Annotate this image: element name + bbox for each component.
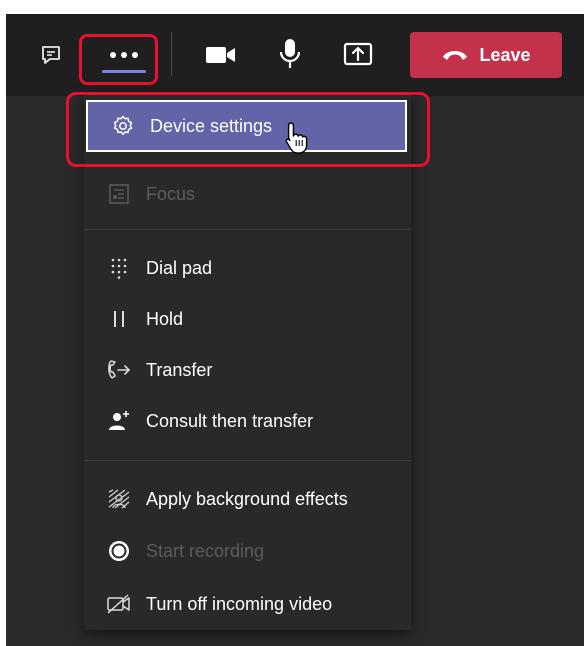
microphone-button[interactable]	[274, 36, 306, 72]
chat-icon	[42, 46, 60, 64]
menu-separator	[84, 460, 411, 461]
dial-pad-icon	[106, 255, 132, 281]
camera-icon	[206, 47, 235, 63]
menu-item-focus[interactable]: Focus	[84, 176, 411, 212]
share-screen-button[interactable]	[340, 38, 376, 72]
camera-button[interactable]	[204, 38, 238, 72]
transfer-icon	[106, 357, 132, 383]
leave-label: Leave	[479, 44, 531, 65]
menu-item-turn-off-incoming-video[interactable]: Turn off incoming video	[84, 586, 411, 622]
chat-button[interactable]	[36, 40, 66, 70]
menu-item-label: Hold	[146, 308, 184, 329]
hand-pointer-cursor-icon	[284, 121, 308, 160]
menu-item-label: Dial pad	[146, 257, 213, 278]
menu-item-label: Start recording	[146, 540, 265, 561]
menu-item-label: Focus	[146, 183, 196, 204]
menu-item-transfer[interactable]: Transfer	[84, 352, 411, 388]
phone-hangup-icon	[443, 51, 468, 60]
more-options-menu: Device settings Focus Dial pad Hold Tran…	[84, 94, 411, 630]
menu-item-hold[interactable]: Hold	[84, 301, 411, 337]
menu-item-start-recording[interactable]: Start recording	[84, 533, 411, 569]
hold-icon	[106, 306, 132, 332]
leave-button[interactable]: Leave	[410, 32, 562, 78]
menu-item-label: Transfer	[146, 359, 213, 380]
highlight-more-button	[79, 34, 158, 85]
menu-separator	[84, 229, 411, 230]
share-screen-icon	[343, 42, 373, 66]
background-effects-icon	[106, 486, 132, 512]
menu-item-label: Apply background effects	[146, 488, 348, 509]
toolbar-divider	[171, 32, 172, 76]
menu-item-label: Consult then transfer	[146, 410, 314, 431]
focus-icon	[106, 181, 132, 207]
record-icon	[106, 538, 132, 564]
menu-item-consult-then-transfer[interactable]: Consult then transfer	[84, 403, 411, 439]
menu-item-apply-background-effects[interactable]: Apply background effects	[84, 481, 411, 517]
microphone-icon	[279, 39, 301, 68]
consult-transfer-icon	[106, 408, 132, 434]
video-off-icon	[106, 591, 132, 617]
highlight-device-settings	[66, 92, 430, 167]
meeting-toolbar: Leave	[6, 14, 584, 96]
menu-item-dial-pad[interactable]: Dial pad	[84, 250, 411, 286]
menu-item-label: Turn off incoming video	[146, 593, 333, 614]
